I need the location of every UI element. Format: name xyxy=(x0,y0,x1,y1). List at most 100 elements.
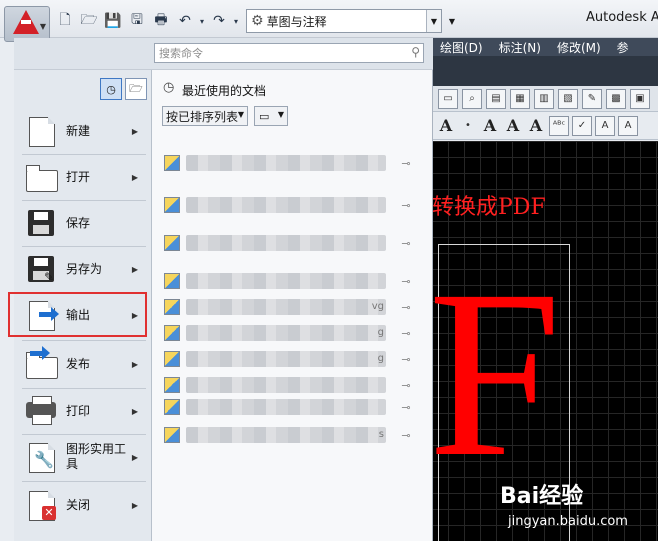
sheet-set-icon[interactable]: ▧ xyxy=(558,88,578,109)
multileader-icon[interactable]: • xyxy=(459,117,477,135)
chevron-down-icon: ▼ xyxy=(277,110,284,119)
menu-item-label: 打开 xyxy=(66,169,91,184)
menu-item-save[interactable]: 保存 xyxy=(18,202,148,244)
undo-icon[interactable]: ↶ xyxy=(174,10,196,32)
new-document-icon xyxy=(26,116,56,147)
divider xyxy=(22,340,146,341)
chevron-down-icon: ▼ xyxy=(237,110,244,119)
menu-item-label: 关闭 xyxy=(66,497,91,512)
save-as-icon: ✎ xyxy=(26,254,56,284)
recent-documents-icon[interactable]: ◷ xyxy=(100,78,122,100)
recent-file-name: s xyxy=(186,427,386,443)
recent-file-row[interactable]: ⊸ xyxy=(164,232,414,254)
recent-file-row[interactable]: ⊸ xyxy=(164,374,414,396)
print-icon[interactable]: 🖶 xyxy=(150,10,172,32)
menu-draw[interactable]: 绘图(D) xyxy=(432,39,491,56)
new-icon[interactable]: 🗋 xyxy=(54,10,76,32)
open-documents-icon[interactable]: 🗁 xyxy=(125,78,147,100)
redo-dropdown-icon[interactable]: ▾ xyxy=(232,10,240,32)
close-document-icon: ✕ xyxy=(26,490,56,521)
save-as-icon[interactable]: 🖫 xyxy=(126,10,148,32)
quick-access-toolbar: 🗋 🗁 💾 🖫 🖶 ↶ ▾ ↷ ▾ xyxy=(54,9,240,33)
menu-item-save-as[interactable]: ✎ 另存为 ▶ xyxy=(18,248,148,290)
menu-item-print[interactable]: 打印 ▶ xyxy=(18,390,148,432)
publish-icon xyxy=(26,346,58,379)
pin-icon[interactable]: ⊸ xyxy=(398,199,414,212)
submenu-arrow-icon: ▶ xyxy=(131,126,138,136)
menu-item-label: 新建 xyxy=(66,123,91,138)
pin-icon[interactable]: ⊸ xyxy=(398,157,414,170)
recent-file-row[interactable]: ⊸ xyxy=(164,194,414,216)
export-highlight-box xyxy=(8,292,147,337)
pin-icon[interactable]: ⊸ xyxy=(398,379,414,392)
pin-icon[interactable]: ⊸ xyxy=(398,275,414,288)
text-scale-icon[interactable]: A xyxy=(595,115,615,136)
recent-file-name xyxy=(186,235,386,251)
menu-dimension[interactable]: 标注(N) xyxy=(491,39,549,56)
pin-icon[interactable]: ⊸ xyxy=(398,237,414,250)
app-title: Autodesk Au xyxy=(586,10,658,25)
menu-view-toggle: ◷ 🗁 xyxy=(100,78,147,100)
spell-check-icon[interactable]: ✓ xyxy=(572,115,592,136)
calculator-icon[interactable]: ▣ xyxy=(630,88,650,109)
drawing-utilities-icon: 🔧 xyxy=(26,442,56,473)
menu-item-publish[interactable]: 发布 ▶ xyxy=(18,343,148,385)
menu-item-close[interactable]: ✕ 关闭 ▶ xyxy=(18,484,148,526)
pin-icon[interactable]: ⊸ xyxy=(398,429,414,442)
recent-file-row[interactable]: ⊸ xyxy=(164,270,414,292)
workspace-dropdown[interactable]: ⚙ 草图与注释 ▼ ▼ xyxy=(246,9,455,33)
single-line-text-icon[interactable]: A xyxy=(503,116,523,135)
icon-view-dropdown[interactable]: ▭ ▼ xyxy=(254,106,288,126)
edit-text-icon[interactable]: A xyxy=(526,116,546,135)
chevron-down-icon: ▼ xyxy=(426,10,441,32)
submenu-arrow-icon: ▶ xyxy=(131,359,138,369)
application-menu-button[interactable]: ▼ xyxy=(4,6,50,42)
recent-file-row[interactable]: s ⊸ xyxy=(164,424,414,446)
recent-file-row[interactable]: ⊸ xyxy=(164,152,414,174)
menu-parametric[interactable]: 参 xyxy=(609,39,637,56)
undo-dropdown-icon[interactable]: ▾ xyxy=(198,10,206,32)
customize-toolbar-icon[interactable]: ▼ xyxy=(445,10,459,32)
find-text-icon[interactable]: ᴬᴮᶜ xyxy=(549,115,569,136)
open-icon[interactable]: 🗁 xyxy=(78,10,100,32)
save-icon[interactable]: 💾 xyxy=(102,10,124,32)
menu-modify[interactable]: 修改(M) xyxy=(549,39,609,56)
divider xyxy=(22,200,146,201)
recent-file-row[interactable]: vg ⊸ xyxy=(164,296,414,318)
menu-item-label: 图形实用工具 xyxy=(66,442,127,471)
tool-palettes-icon[interactable]: ▥ xyxy=(534,88,554,109)
design-center-icon[interactable]: ▦ xyxy=(510,88,530,109)
recent-file-row[interactable]: ⊸ xyxy=(164,396,414,418)
menu-item-new[interactable]: 新建 ▶ xyxy=(18,110,148,152)
justify-text-icon[interactable]: A xyxy=(618,115,638,136)
dwg-file-icon xyxy=(164,427,180,443)
quickcalc-icon[interactable]: ▩ xyxy=(606,88,626,109)
pin-icon[interactable]: ⊸ xyxy=(398,353,414,366)
zoom-window-icon[interactable]: ▭ xyxy=(438,88,458,109)
properties-icon[interactable]: ▤ xyxy=(486,88,506,109)
recent-file-row[interactable]: g ⊸ xyxy=(164,322,414,344)
zoom-previous-icon[interactable]: ⌕ xyxy=(462,88,482,109)
multiline-text-icon[interactable]: A xyxy=(480,116,500,135)
recent-file-row[interactable]: g ⊸ xyxy=(164,348,414,370)
recent-file-name xyxy=(186,377,386,393)
dwg-file-icon xyxy=(164,399,180,415)
ribbon-panel xyxy=(432,56,658,86)
canvas-text: 转换成PDF xyxy=(432,195,546,220)
pin-icon[interactable]: ⊸ xyxy=(398,401,414,414)
pin-icon[interactable]: ⊸ xyxy=(398,327,414,340)
pin-icon[interactable]: ⊸ xyxy=(398,301,414,314)
printer-icon xyxy=(26,396,56,426)
text-style-icon[interactable]: A xyxy=(436,116,456,135)
divider xyxy=(22,481,146,482)
redo-icon[interactable]: ↷ xyxy=(208,10,230,32)
sort-dropdown[interactable]: 按已排序列表 ▼ xyxy=(162,106,248,126)
search-input[interactable]: 搜索命令 ⚲ xyxy=(154,43,424,63)
markup-icon[interactable]: ✎ xyxy=(582,88,602,109)
menu-item-drawing-utilities[interactable]: 🔧 图形实用工具 ▶ xyxy=(18,436,148,478)
dwg-file-icon xyxy=(164,197,180,213)
menu-item-label: 保存 xyxy=(66,215,91,230)
recent-documents-icon: ◷ xyxy=(163,80,175,95)
workspace-label: 草图与注释 xyxy=(266,14,327,29)
menu-item-open[interactable]: 打开 ▶ xyxy=(18,156,148,198)
